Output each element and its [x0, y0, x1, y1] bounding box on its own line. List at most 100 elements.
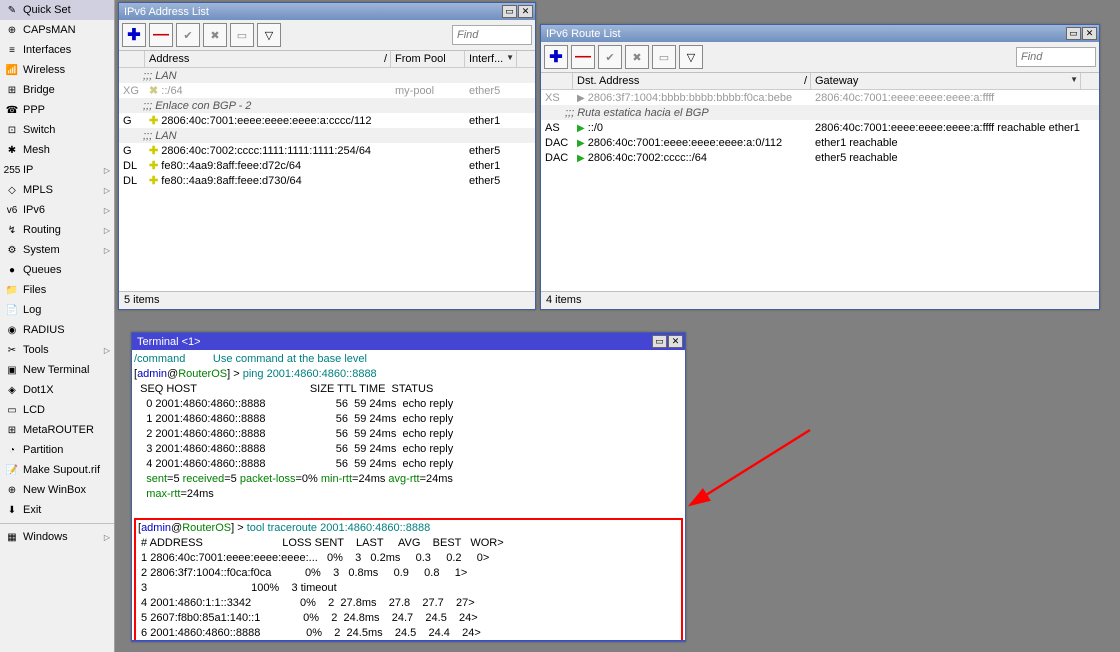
- col-dst[interactable]: Dst. Address/: [573, 73, 811, 89]
- menu-icon: ⬇: [4, 502, 20, 518]
- grid-header: Dst. Address/ Gateway▼: [541, 73, 1099, 90]
- chevron-right-icon: ▷: [104, 533, 110, 542]
- titlebar[interactable]: IPv6 Route List ▭ ✕: [541, 25, 1099, 42]
- col-flags[interactable]: [541, 73, 573, 89]
- sidebar-item-interfaces[interactable]: ≡Interfaces: [0, 40, 114, 60]
- address-row[interactable]: DL✚ fe80::4aa9:8aff:feee:d730/64ether5: [119, 173, 535, 188]
- sidebar-item-partition[interactable]: ◔Partition: [0, 440, 114, 460]
- route-row[interactable]: AS▶ ::/02806:40c:7001:eeee:eeee:eeee:a:f…: [541, 120, 1099, 135]
- address-row[interactable]: G✚ 2806:40c:7002:cccc:1111:1111:1111:254…: [119, 143, 535, 158]
- sidebar-item-new-winbox[interactable]: ⊕New WinBox: [0, 480, 114, 500]
- sidebar-item-routing[interactable]: ↯Routing▷: [0, 220, 114, 240]
- statusbar: 4 items: [541, 291, 1099, 309]
- find-input[interactable]: [1016, 47, 1096, 67]
- sidebar-item-ipv6[interactable]: v6IPv6▷: [0, 200, 114, 220]
- route-row[interactable]: DAC▶ 2806:40c:7001:eeee:eeee:eeee:a:0/11…: [541, 135, 1099, 150]
- sidebar-item-dot1x[interactable]: ◈Dot1X: [0, 380, 114, 400]
- sidebar: ✎Quick Set⊕CAPsMAN≡Interfaces📶Wireless⊞B…: [0, 0, 115, 652]
- comment-button[interactable]: ▭: [230, 23, 254, 47]
- close-button[interactable]: ✕: [668, 335, 683, 348]
- titlebar[interactable]: IPv6 Address List ▭ ✕: [119, 3, 535, 20]
- sidebar-item-windows[interactable]: ▦ Windows ▷: [0, 527, 114, 547]
- comment-row: ;;; Ruta estatica hacia el BGP: [541, 105, 1099, 120]
- sidebar-item-new-terminal[interactable]: ▣New Terminal: [0, 360, 114, 380]
- sidebar-item-ip[interactable]: 255IP▷: [0, 160, 114, 180]
- sidebar-item-quick-set[interactable]: ✎Quick Set: [0, 0, 114, 20]
- sidebar-item-mesh[interactable]: ✱Mesh: [0, 140, 114, 160]
- sidebar-item-mpls[interactable]: ◇MPLS▷: [0, 180, 114, 200]
- chevron-right-icon: ▷: [104, 186, 110, 195]
- sidebar-item-metarouter[interactable]: ⊞MetaROUTER: [0, 420, 114, 440]
- sidebar-item-files[interactable]: 📁Files: [0, 280, 114, 300]
- address-row[interactable]: DL✚ fe80::4aa9:8aff:feee:d72c/64ether1: [119, 158, 535, 173]
- col-flags[interactable]: [119, 51, 145, 67]
- chevron-right-icon: ▷: [104, 246, 110, 255]
- filter-button[interactable]: ▽: [257, 23, 281, 47]
- remove-button[interactable]: —: [149, 23, 173, 47]
- sidebar-item-radius[interactable]: ◉RADIUS: [0, 320, 114, 340]
- menu-icon: ◇: [4, 182, 20, 198]
- sidebar-item-label: Make Supout.rif: [23, 464, 100, 476]
- disable-button[interactable]: ✖: [203, 23, 227, 47]
- enable-button[interactable]: ✔: [598, 45, 622, 69]
- close-button[interactable]: ✕: [1082, 27, 1097, 40]
- minimize-button[interactable]: ▭: [1066, 27, 1081, 40]
- add-button[interactable]: ✚: [122, 23, 146, 47]
- col-gw[interactable]: Gateway▼: [811, 73, 1081, 89]
- ipv6-address-window: IPv6 Address List ▭ ✕ ✚ — ✔ ✖ ▭ ▽ Addres…: [118, 2, 536, 310]
- address-grid[interactable]: Address/ From Pool Interf...▼ ;;; LANXG✖…: [119, 51, 535, 291]
- menu-icon: ▭: [4, 402, 20, 418]
- sidebar-item-tools[interactable]: ✂Tools▷: [0, 340, 114, 360]
- sidebar-item-capsman[interactable]: ⊕CAPsMAN: [0, 20, 114, 40]
- sidebar-item-make-supout.rif[interactable]: 📝Make Supout.rif: [0, 460, 114, 480]
- grid-header: Address/ From Pool Interf...▼: [119, 51, 535, 68]
- sidebar-item-label: IP: [23, 164, 33, 176]
- col-address[interactable]: Address/: [145, 51, 391, 67]
- col-pool[interactable]: From Pool: [391, 51, 465, 67]
- menu-icon: ▣: [4, 362, 20, 378]
- close-button[interactable]: ✕: [518, 5, 533, 18]
- remove-button[interactable]: —: [571, 45, 595, 69]
- sidebar-item-system[interactable]: ⚙System▷: [0, 240, 114, 260]
- sidebar-item-log[interactable]: 📄Log: [0, 300, 114, 320]
- sidebar-item-label: Partition: [23, 444, 63, 456]
- comment-button[interactable]: ▭: [652, 45, 676, 69]
- menu-icon: ⊞: [4, 422, 20, 438]
- menu-icon: 📄: [4, 302, 20, 318]
- comment-row: ;;; Enlace con BGP - 2: [119, 98, 535, 113]
- disable-button[interactable]: ✖: [625, 45, 649, 69]
- menu-icon: 📁: [4, 282, 20, 298]
- sidebar-item-lcd[interactable]: ▭LCD: [0, 400, 114, 420]
- comment-row: ;;; LAN: [119, 68, 535, 83]
- col-intf[interactable]: Interf...▼: [465, 51, 517, 67]
- route-row[interactable]: DAC▶ 2806:40c:7002:cccc::/64ether5 reach…: [541, 150, 1099, 165]
- annotation-arrow: [680, 420, 820, 520]
- sidebar-item-label: Files: [23, 284, 46, 296]
- sidebar-item-exit[interactable]: ⬇Exit: [0, 500, 114, 520]
- address-row[interactable]: G✚ 2806:40c:7001:eeee:eeee:eeee:a:cccc/1…: [119, 113, 535, 128]
- sidebar-item-label: PPP: [23, 104, 45, 116]
- route-row[interactable]: XS▶ 2806:3f7:1004:bbbb:bbbb:bbbb:f0ca:be…: [541, 90, 1099, 105]
- menu-icon: ✎: [4, 2, 20, 18]
- sidebar-item-label: RADIUS: [23, 324, 65, 336]
- filter-button[interactable]: ▽: [679, 45, 703, 69]
- sidebar-item-switch[interactable]: ⊡Switch: [0, 120, 114, 140]
- find-input[interactable]: [452, 25, 532, 45]
- enable-button[interactable]: ✔: [176, 23, 200, 47]
- sidebar-item-wireless[interactable]: 📶Wireless: [0, 60, 114, 80]
- sidebar-item-ppp[interactable]: ☎PPP: [0, 100, 114, 120]
- minimize-button[interactable]: ▭: [502, 5, 517, 18]
- menu-icon: ↯: [4, 222, 20, 238]
- route-grid[interactable]: Dst. Address/ Gateway▼ XS▶ 2806:3f7:1004…: [541, 73, 1099, 291]
- titlebar[interactable]: Terminal <1> ▭ ✕: [132, 333, 685, 350]
- menu-icon: ☎: [4, 102, 20, 118]
- sidebar-item-bridge[interactable]: ⊞Bridge: [0, 80, 114, 100]
- sidebar-item-label: Windows: [23, 531, 68, 543]
- terminal-output[interactable]: /command Use command at the base level […: [132, 350, 685, 640]
- window-title: IPv6 Route List: [546, 28, 621, 40]
- statusbar: 5 items: [119, 291, 535, 309]
- minimize-button[interactable]: ▭: [652, 335, 667, 348]
- add-button[interactable]: ✚: [544, 45, 568, 69]
- sidebar-item-queues[interactable]: ●Queues: [0, 260, 114, 280]
- address-row[interactable]: XG✖ ::/64my-poolether5: [119, 83, 535, 98]
